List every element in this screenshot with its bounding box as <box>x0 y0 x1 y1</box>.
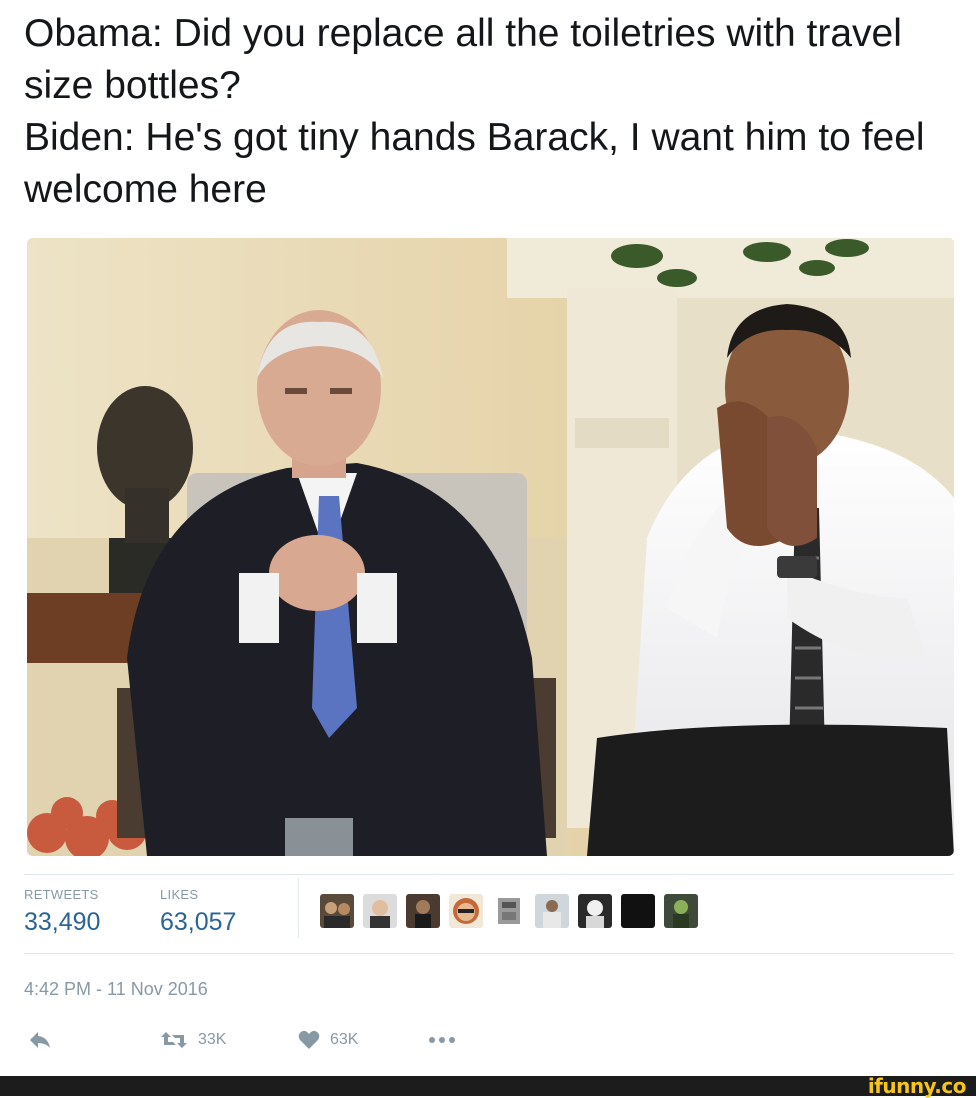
divider-bottom <box>24 953 954 954</box>
action-bar: 33K 63K <box>24 1030 624 1060</box>
tweet-line: Obama: Did you replace all the toiletrie… <box>24 12 902 107</box>
tweet-line: Biden: He's got tiny hands Barack, I wan… <box>24 116 925 211</box>
tweet-photo[interactable] <box>27 238 954 856</box>
avatar[interactable] <box>449 894 483 928</box>
reply-button[interactable] <box>28 1030 52 1050</box>
likes-count: 63,057 <box>160 908 237 936</box>
retweet-count: 33K <box>198 1031 227 1048</box>
avatar[interactable] <box>492 894 526 928</box>
retweets-label: RETWEETS <box>24 887 99 902</box>
watermark-bar: ifunny.co <box>0 1074 976 1098</box>
photo-illustration <box>27 238 954 856</box>
more-icon <box>429 1037 455 1043</box>
tweet-text: Obama: Did you replace all the toiletrie… <box>24 8 954 216</box>
more-button[interactable] <box>426 1030 458 1050</box>
retweets-stat[interactable]: RETWEETS 33,490 <box>24 887 100 937</box>
avatar[interactable] <box>621 894 655 928</box>
like-button[interactable]: 63K <box>298 1030 358 1050</box>
reply-icon <box>30 1032 50 1048</box>
stat-separator <box>298 878 299 938</box>
retweet-button[interactable]: 33K <box>160 1030 226 1050</box>
divider-top <box>24 874 954 875</box>
liker-avatars <box>320 894 698 928</box>
like-count: 63K <box>330 1031 359 1048</box>
avatar[interactable] <box>578 894 612 928</box>
likes-label: LIKES <box>160 887 199 902</box>
avatar[interactable] <box>406 894 440 928</box>
avatar[interactable] <box>320 894 354 928</box>
retweets-count: 33,490 <box>24 908 101 936</box>
retweet-icon <box>161 1032 187 1048</box>
heart-icon <box>298 1030 320 1049</box>
likes-stat[interactable]: LIKES 63,057 <box>160 887 236 937</box>
ifunny-logo[interactable]: ifunny.co <box>868 1074 967 1098</box>
avatar[interactable] <box>363 894 397 928</box>
tweet-timestamp[interactable]: 4:42 PM - 11 Nov 2016 <box>24 979 208 1000</box>
avatar[interactable] <box>664 894 698 928</box>
avatar[interactable] <box>535 894 569 928</box>
